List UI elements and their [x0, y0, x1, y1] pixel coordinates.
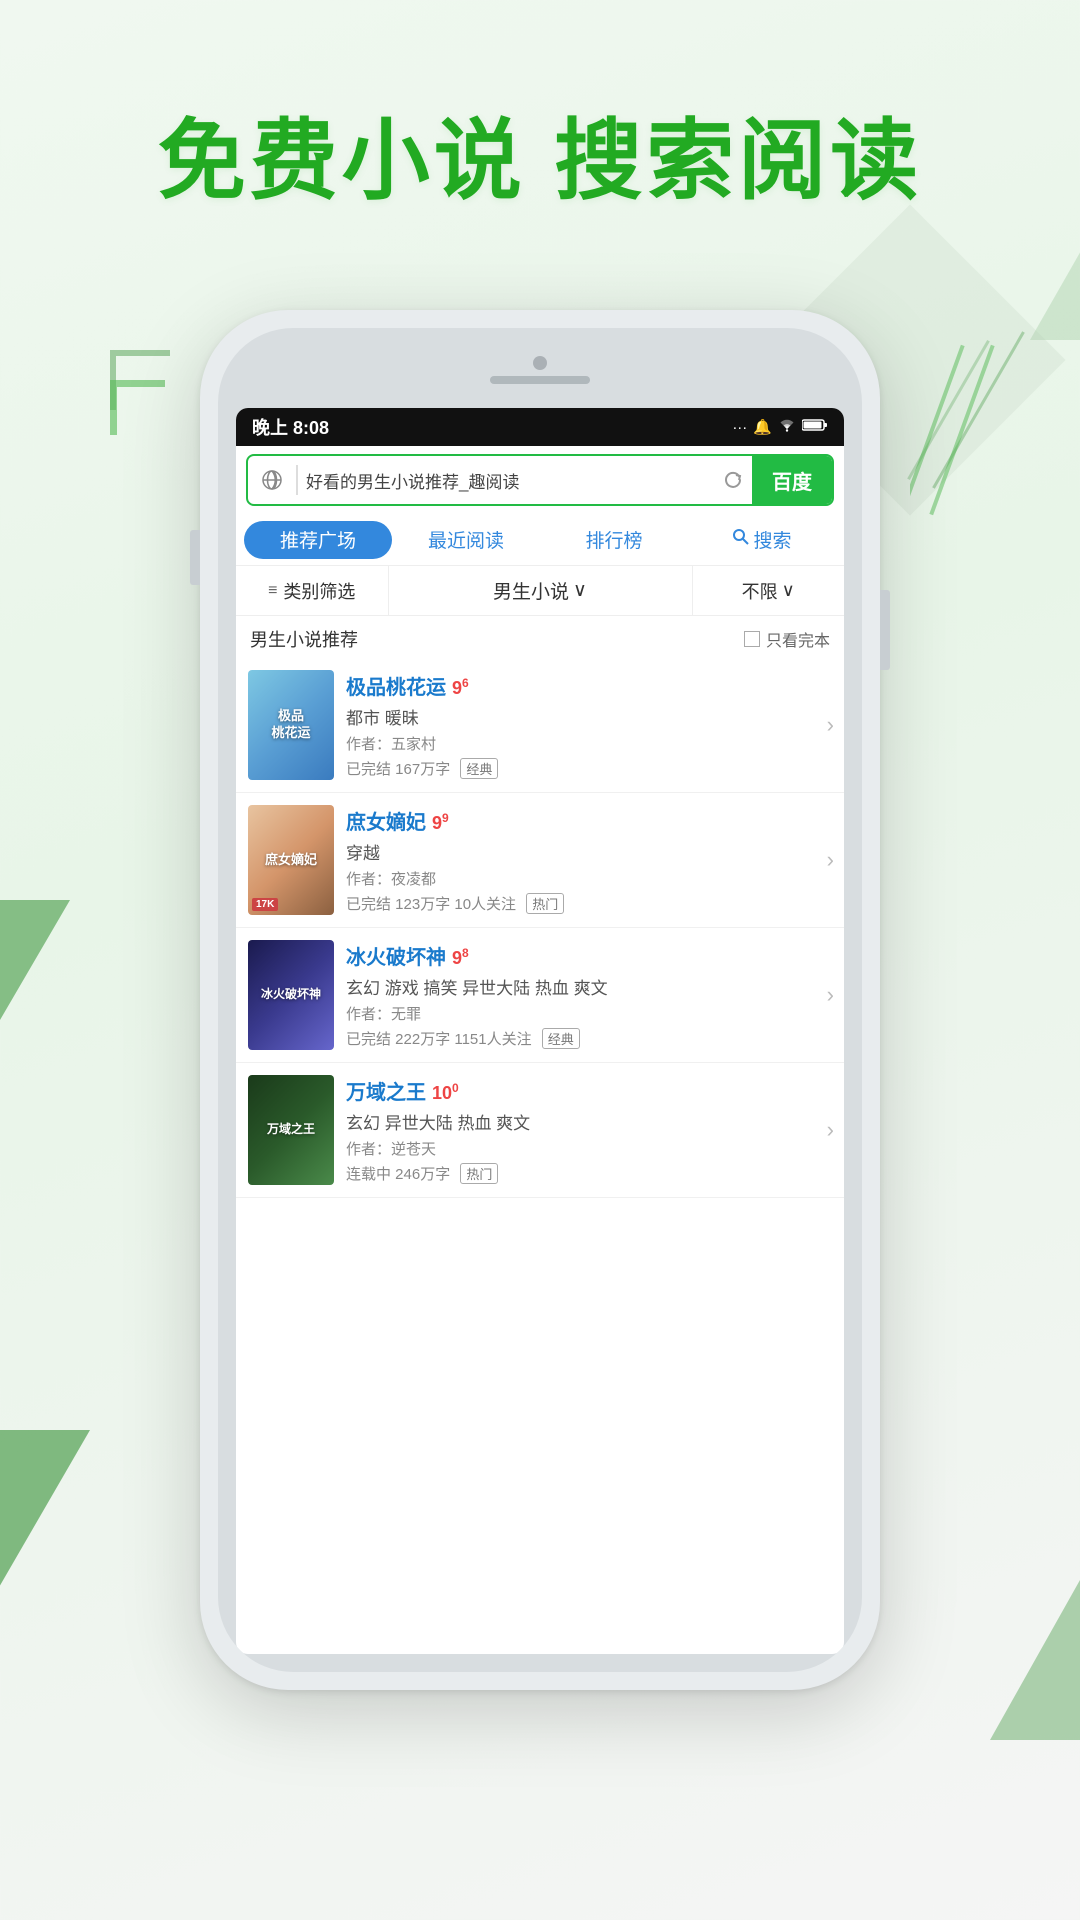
book-title-row-1: 极品桃花运 96 [346, 671, 815, 700]
book-genre-2: 穿越 [346, 839, 815, 864]
book-title-2: 庶女嫡妃 [346, 806, 426, 835]
book-tag-3: 经典 [542, 1028, 580, 1049]
book-cover-3: 冰火破坏神 [248, 940, 334, 1050]
deco-corner-green [110, 380, 165, 435]
book-cover-4: 万域之王 [248, 1075, 334, 1185]
refresh-icon[interactable] [714, 461, 752, 499]
book-info-4: 万域之王 100 玄幻 异世大陆 热血 爽文 作者：逆苍天 连载中 246万字 … [346, 1076, 815, 1184]
book-info-2: 庶女嫡妃 99 穿越 作者：夜凌都 已完结 123万字 10人关注 热门 [346, 806, 815, 914]
filter-type[interactable]: 男生小说 ∨ [389, 566, 693, 615]
hero-title: 免费小说 搜索阅读 [0, 90, 1080, 217]
book-info-3: 冰火破坏神 98 玄幻 游戏 搞笑 异世大陆 热血 爽文 作者：无罪 已完结 2… [346, 941, 815, 1049]
globe-icon [254, 462, 290, 498]
baidu-button[interactable]: 百度 [752, 456, 832, 504]
bg-deco-small-tri [0, 900, 70, 1020]
book-rating-4: 100 [432, 1081, 459, 1104]
cover2-brand: 17K [252, 898, 278, 911]
book-author-3: 作者：无罪 [346, 1003, 815, 1024]
bg-deco-tri-left [0, 1430, 90, 1620]
cover3-text: 冰火破坏神 [257, 987, 325, 1003]
filter-bar: ≡ 类别筛选 男生小说 ∨ 不限 ∨ [236, 566, 844, 616]
status-time: 晚上 8:08 [252, 414, 329, 440]
book-title-row-4: 万域之王 100 [346, 1076, 815, 1105]
phone-frame: 晚上 8:08 ··· 🔔 [200, 310, 880, 1690]
bg-deco-tri-bottom-right [990, 1580, 1080, 1740]
book-item[interactable]: 极品桃花运 极品桃花运 96 都市 暖昧 作者：五家村 已完结 167万字 [236, 658, 844, 793]
filter-lines-icon: ≡ [268, 582, 277, 600]
book-tag-4: 热门 [460, 1163, 498, 1184]
book-author-4: 作者：逆苍天 [346, 1138, 815, 1159]
cover4-text: 万域之王 [267, 1122, 315, 1138]
book-cover-2: 庶女嫡妃 17K [248, 805, 334, 915]
tab-ranking[interactable]: 排行榜 [540, 521, 688, 559]
book-genre-1: 都市 暖昧 [346, 704, 815, 729]
search-divider [296, 465, 298, 495]
book-genre-3: 玄幻 游戏 搞笑 异世大陆 热血 爽文 [346, 974, 815, 999]
book-item[interactable]: 万域之王 万域之王 100 玄幻 异世大陆 热血 爽文 作者：逆苍天 连载中 [236, 1063, 844, 1198]
tab-recommend[interactable]: 推荐广场 [244, 521, 392, 559]
book-title-4: 万域之王 [346, 1076, 426, 1105]
book-rating-2: 99 [432, 811, 449, 834]
book-meta-3: 已完结 222万字 1151人关注 经典 [346, 1028, 815, 1049]
cover1-text: 极品桃花运 [271, 708, 310, 742]
book-tag-1: 经典 [460, 758, 498, 779]
book-title-1: 极品桃花运 [346, 671, 446, 700]
book-rating-3: 98 [452, 946, 469, 969]
status-bar: 晚上 8:08 ··· 🔔 [236, 408, 844, 446]
wifi-icon [778, 418, 796, 436]
bell-icon: 🔔 [753, 418, 772, 436]
section-header: 男生小说推荐 只看完本 [236, 616, 844, 658]
book-title-row-2: 庶女嫡妃 99 [346, 806, 815, 835]
search-input[interactable]: 好看的男生小说推荐_趣阅读 [306, 468, 714, 493]
filter-limit[interactable]: 不限 ∨ [693, 566, 845, 615]
tab-recent[interactable]: 最近阅读 [392, 521, 540, 559]
book-author-2: 作者：夜凌都 [346, 868, 815, 889]
tab-bar: 推荐广场 最近阅读 排行榜 [236, 514, 844, 566]
book-item[interactable]: 庶女嫡妃 17K 庶女嫡妃 99 穿越 作者：夜凌都 [236, 793, 844, 928]
phone-screen: 晚上 8:08 ··· 🔔 [236, 408, 844, 1654]
phone-mockup: 晚上 8:08 ··· 🔔 [200, 310, 880, 1690]
search-tab-icon [732, 528, 749, 551]
book-arrow-1: › [827, 712, 834, 738]
cover2-text: 庶女嫡妃 [265, 852, 317, 869]
book-arrow-2: › [827, 847, 834, 873]
only-complete-filter[interactable]: 只看完本 [744, 627, 830, 651]
book-tag-2: 热门 [526, 893, 564, 914]
search-bar[interactable]: 好看的男生小说推荐_趣阅读 百度 [246, 454, 834, 506]
book-title-3: 冰火破坏神 [346, 941, 446, 970]
book-cover-1: 极品桃花运 [248, 670, 334, 780]
status-icons: ··· 🔔 [732, 418, 828, 436]
phone-speaker [490, 376, 590, 384]
book-list: 极品桃花运 极品桃花运 96 都市 暖昧 作者：五家村 已完结 167万字 [236, 658, 844, 1654]
phone-camera [533, 356, 547, 370]
book-item[interactable]: 冰火破坏神 冰火破坏神 98 玄幻 游戏 搞笑 异世大陆 热血 爽文 作者：无罪 [236, 928, 844, 1063]
phone-button-right [880, 590, 890, 670]
book-title-row-3: 冰火破坏神 98 [346, 941, 815, 970]
book-rating-1: 96 [452, 676, 469, 699]
book-meta-2: 已完结 123万字 10人关注 热门 [346, 893, 815, 914]
book-meta-1: 已完结 167万字 经典 [346, 758, 815, 779]
phone-inner: 晚上 8:08 ··· 🔔 [218, 328, 862, 1672]
filter-category[interactable]: ≡ 类别筛选 [236, 566, 389, 615]
book-meta-4: 连载中 246万字 热门 [346, 1163, 815, 1184]
only-complete-checkbox[interactable] [744, 631, 760, 647]
deco-diagonal [910, 340, 1000, 540]
signal-icon: ··· [732, 419, 747, 436]
phone-button-left [190, 530, 200, 585]
book-arrow-4: › [827, 1117, 834, 1143]
section-title: 男生小说推荐 [250, 626, 358, 652]
book-author-1: 作者：五家村 [346, 733, 815, 754]
book-info-1: 极品桃花运 96 都市 暖昧 作者：五家村 已完结 167万字 经典 [346, 671, 815, 779]
book-genre-4: 玄幻 异世大陆 热血 爽文 [346, 1109, 815, 1134]
tab-search[interactable]: 搜索 [688, 521, 836, 559]
book-arrow-3: › [827, 982, 834, 1008]
battery-icon [802, 418, 828, 436]
bg-deco-tri-right [1030, 200, 1080, 340]
